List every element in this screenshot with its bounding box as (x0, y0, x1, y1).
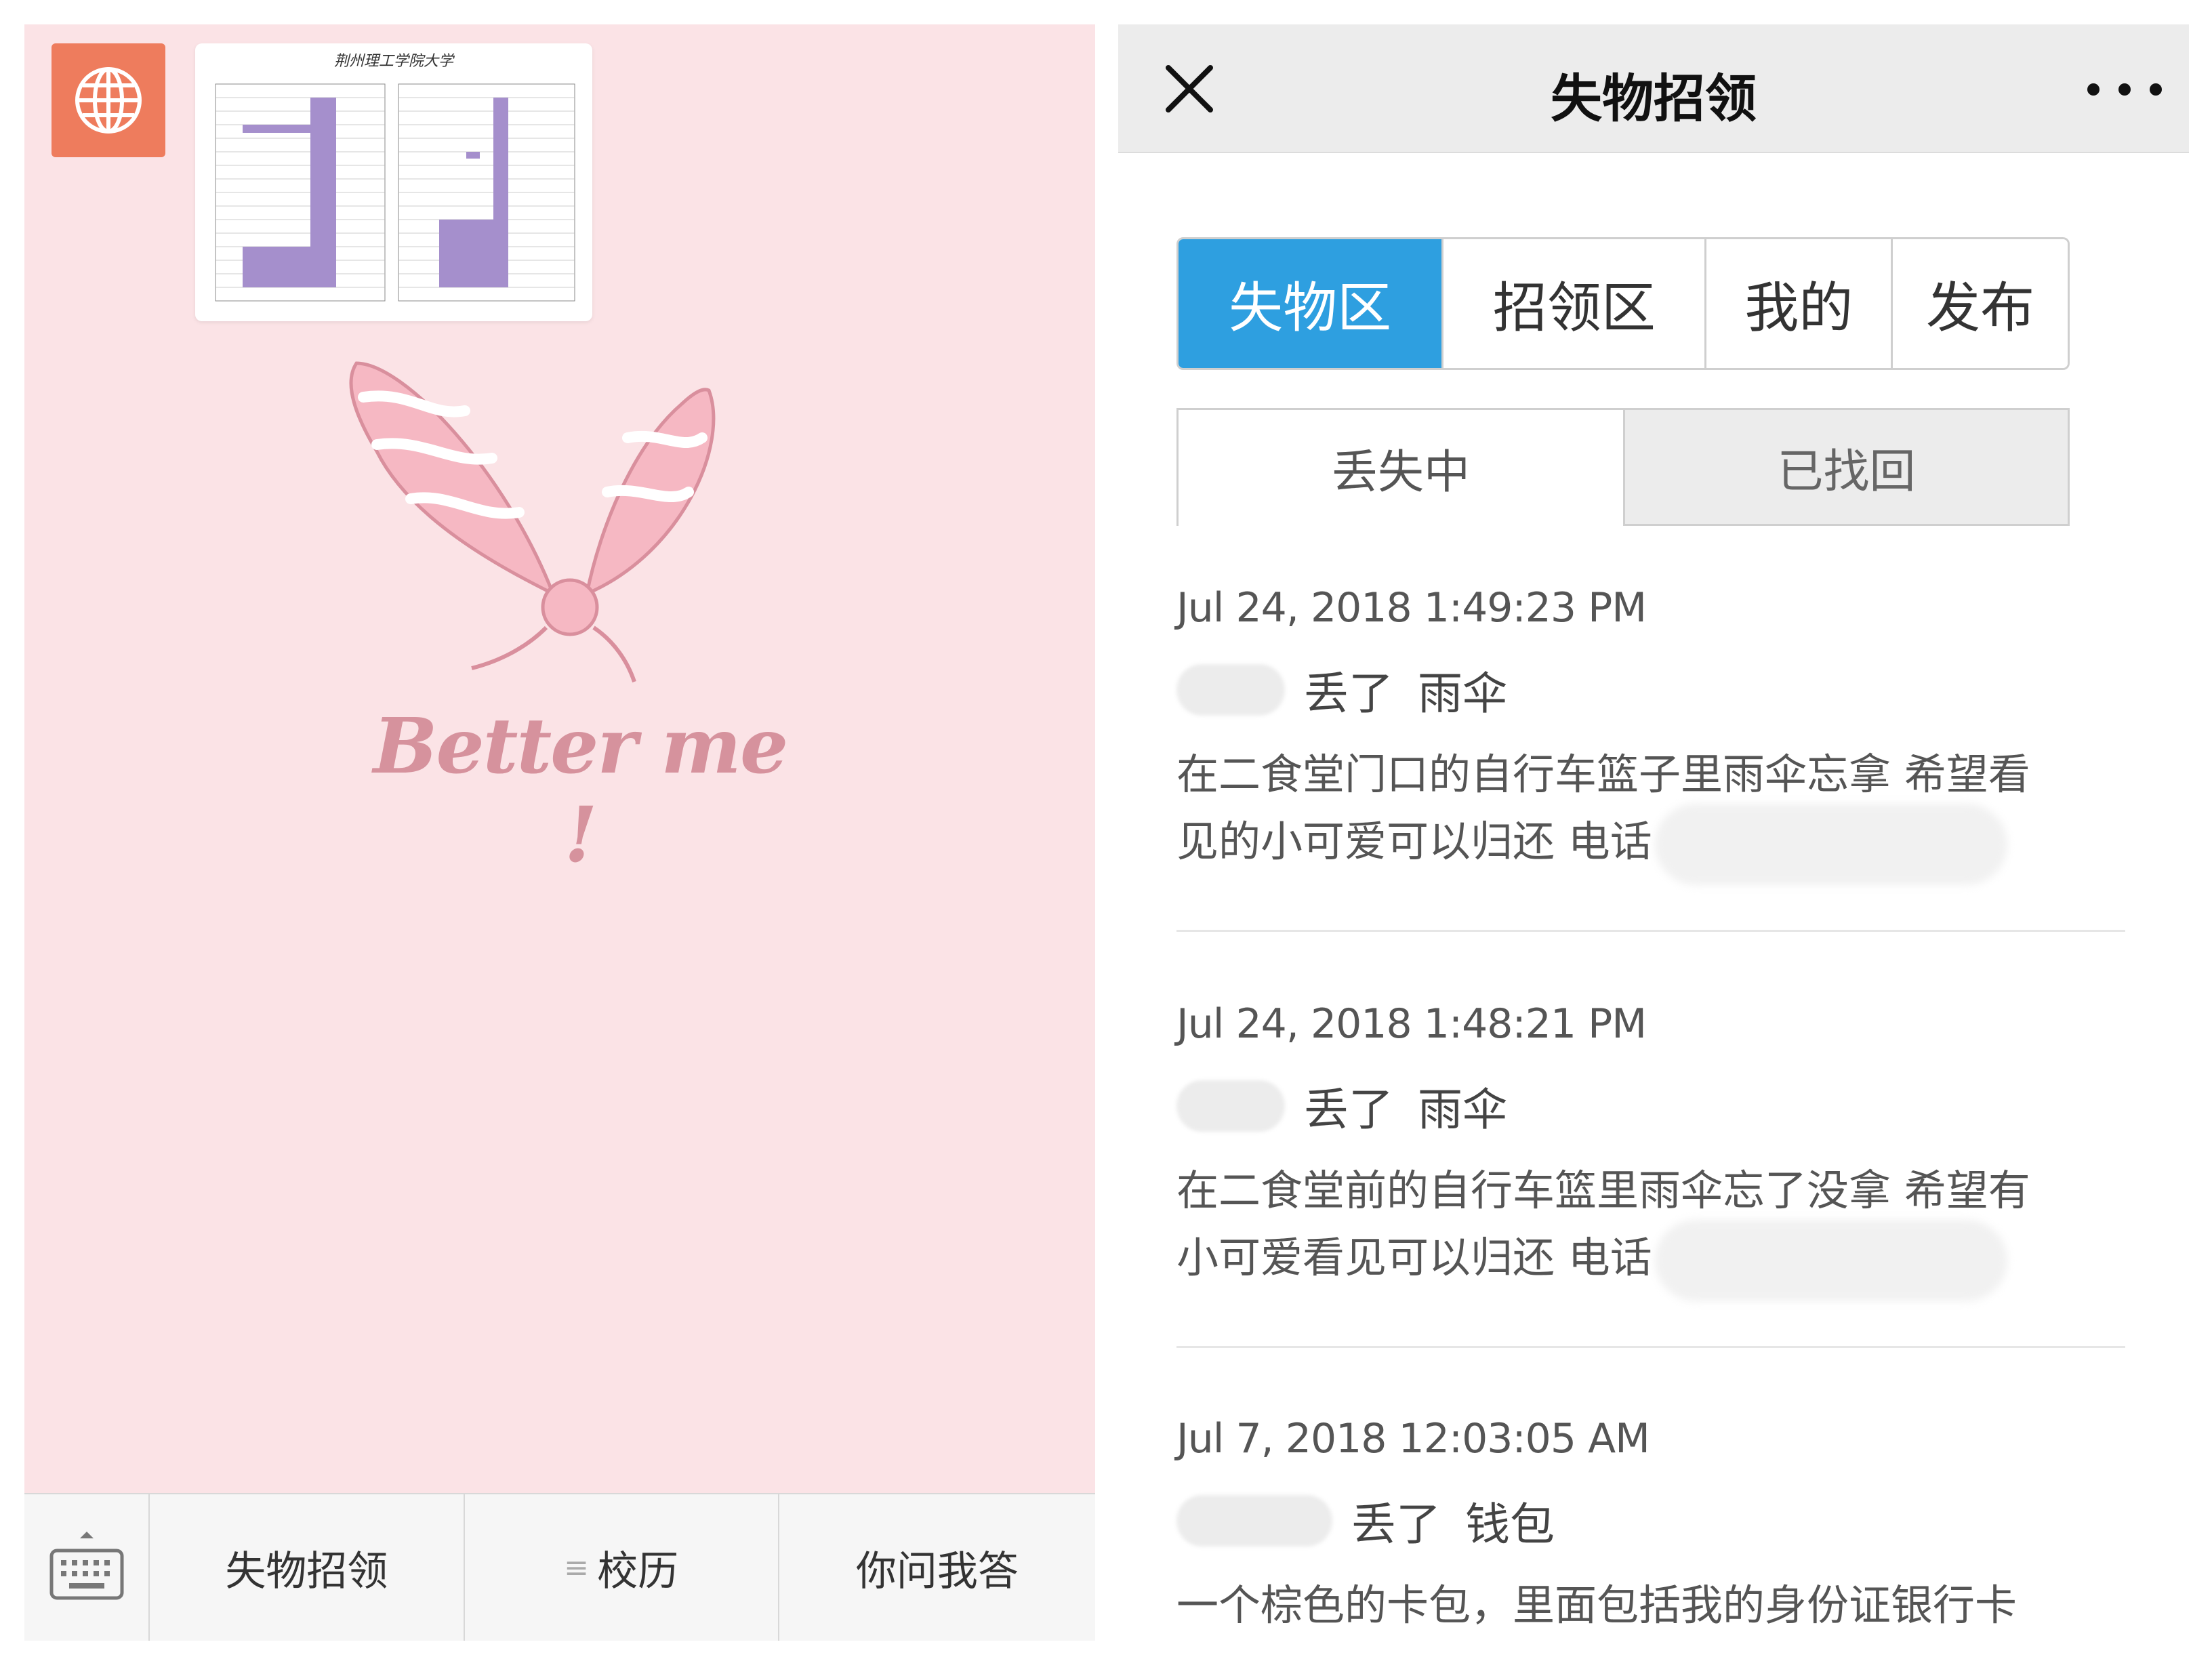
menu-calendar[interactable]: ≡ 校历 (463, 1494, 778, 1641)
post-desc-line-wrap: 见的小可爱可以归还 电话 (1176, 804, 2125, 885)
post-date: Jul 24, 2018 1:49:23 PM (1176, 584, 1647, 632)
slogan-text: Better me ! (373, 702, 788, 880)
dot (2087, 83, 2100, 96)
tab-mine[interactable]: 我的 (1704, 239, 1891, 368)
blurred-phone (1654, 1220, 2007, 1301)
globe-icon-button[interactable] (52, 43, 165, 157)
post-headline: 丢了 雨伞 (1176, 1073, 2125, 1139)
post-verb: 丢了 (1304, 1084, 1393, 1136)
post-desc-line-wrap: 小可爱看见可以归还 电话 (1176, 1220, 2125, 1301)
menu-lost-found[interactable]: 失物招领 (148, 1494, 463, 1641)
menu-qa[interactable]: 你问我答 (777, 1494, 1095, 1641)
page-title: 失物招领 (1551, 68, 1757, 129)
divider (1176, 930, 2125, 932)
dot (2118, 83, 2131, 96)
menu-lost-found-label: 失物招领 (225, 1547, 388, 1595)
sub-tab-bar: 丢失中 已找回 (1176, 408, 2070, 526)
post-date: Jul 7, 2018 12:03:05 AM (1176, 1415, 1650, 1462)
post-description: 在二食堂门口的自行车篮子里雨伞忘拿 希望看 见的小可爱可以归还 电话 (1176, 745, 2125, 885)
keyboard-toggle-button[interactable] (24, 1494, 148, 1641)
tab-lost-area[interactable]: 失物区 (1179, 239, 1442, 368)
calendar-thumbnail[interactable]: 荆州理工学院大学 (195, 43, 592, 321)
blurred-username (1176, 664, 1285, 716)
tab-found-area[interactable]: 招领区 (1441, 239, 1705, 368)
more-options-icon[interactable] (2087, 69, 2162, 110)
post-verb: 丢了 (1304, 668, 1393, 720)
post-headline: 丢了 钱包 (1176, 1488, 2125, 1553)
menu-qa-label: 你问我答 (855, 1547, 1019, 1595)
list-item[interactable]: Jul 24, 2018 1:49:23 PM 丢了 雨伞 在二食堂门口的自行车… (1176, 584, 2125, 885)
list-item[interactable]: Jul 24, 2018 1:48:21 PM 丢了 雨伞 在二食堂前的自行车篮… (1176, 1000, 2125, 1301)
post-desc-line: 见的小可爱可以归还 电话 (1176, 817, 1652, 867)
post-item: 雨伞 (1418, 1084, 1507, 1136)
post-desc-line: 在二食堂门口的自行车篮子里雨伞忘拿 希望看 (1176, 750, 2030, 799)
menu-calendar-label: 校历 (597, 1547, 679, 1595)
post-desc-line: 一个棕色的卡包，里面包括我的身份证银行卡 (1176, 1580, 2018, 1630)
blurred-username (1176, 1080, 1285, 1132)
post-item: 钱包 (1465, 1498, 1555, 1551)
subtab-losing[interactable]: 丢失中 (1176, 408, 1623, 526)
blurred-phone (1654, 804, 2007, 885)
post-headline: 丢了 雨伞 (1176, 657, 2125, 722)
divider (1176, 1346, 2125, 1348)
list-item[interactable]: Jul 7, 2018 12:03:05 AM 丢了 钱包 一个棕色的卡包，里面… (1176, 1415, 2125, 1635)
post-description: 一个棕色的卡包，里面包括我的身份证银行卡 (1176, 1576, 2125, 1635)
post-description: 在二食堂前的自行车篮里雨伞忘了没拿 希望有 小可爱看见可以归还 电话 (1176, 1162, 2125, 1301)
main-tab-bar: 失物区 招领区 我的 发布 (1176, 237, 2070, 370)
left-screen: 荆州理工学院大学 Better me ! 失物招领 ≡ 校历 你问我答 (24, 24, 1095, 1641)
post-date: Jul 24, 2018 1:48:21 PM (1176, 1000, 1647, 1048)
bow-illustration (349, 361, 716, 682)
dot (2150, 83, 2162, 96)
calendar-table-image (215, 83, 575, 302)
post-verb: 丢了 (1351, 1498, 1441, 1551)
blurred-username (1176, 1495, 1332, 1547)
right-screen: 失物招领 失物区 招领区 我的 发布 丢失中 已找回 Jul 24, 2018 … (1118, 24, 2189, 1659)
subtab-recovered[interactable]: 已找回 (1623, 408, 2070, 526)
bottom-menu-bar: 失物招领 ≡ 校历 你问我答 (24, 1493, 1095, 1641)
submenu-icon: ≡ (564, 1550, 590, 1585)
post-desc-line: 小可爱看见可以归还 电话 (1176, 1233, 1652, 1283)
post-item: 雨伞 (1418, 668, 1507, 720)
tab-publish[interactable]: 发布 (1891, 239, 2068, 368)
post-desc-line: 在二食堂前的自行车篮里雨伞忘了没拿 希望有 (1176, 1166, 2030, 1215)
globe-icon (75, 67, 142, 134)
top-nav-bar: 失物招领 (1118, 24, 2189, 153)
keyboard-icon (49, 1532, 124, 1600)
